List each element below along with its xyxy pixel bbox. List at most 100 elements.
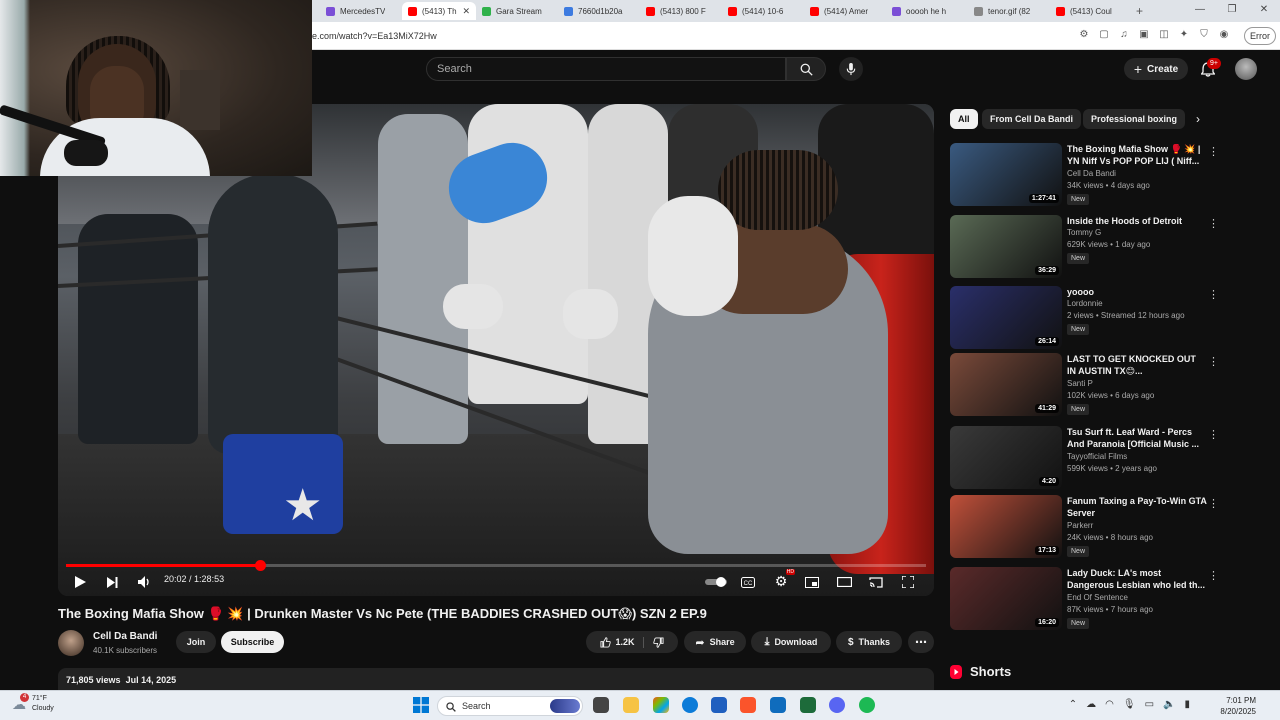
dislike-button[interactable] [649,636,664,648]
chevron-up-icon[interactable]: ⌃ [1069,699,1077,710]
video-player[interactable]: ★ 20:02 / 1:28:53 CC ⚙ HD [58,104,934,596]
display-icon[interactable]: ▭ [1145,699,1154,710]
maximize-icon[interactable]: ❐ [1216,0,1248,20]
recommended-video[interactable]: 41:29 LAST TO GET KNOCKED OUT IN AUSTIN T… [950,353,1220,419]
app-icon[interactable] [800,697,816,713]
close-window-icon[interactable]: ✕ [1248,0,1280,20]
browser-tab[interactable]: ooooh he h [886,2,968,20]
wifi-icon[interactable]: ◠ [1105,699,1114,710]
browser-tab[interactable]: 7660d1b20a [558,2,640,20]
clock[interactable]: 7:01 PM 8/20/2025 [1220,695,1256,717]
pin-icon[interactable]: ✦ [1178,29,1190,41]
spotify-icon[interactable] [859,697,875,713]
recommended-channel[interactable]: Cell Da Bandi [1067,169,1116,178]
task-view-icon[interactable] [593,697,609,713]
fullscreen-button[interactable] [900,574,916,590]
browser-tab[interactable]: (5413) 800 F [640,2,722,20]
sidebar-icon[interactable]: ▢ [1098,29,1110,41]
edge-icon[interactable] [682,697,698,713]
theater-mode-button[interactable] [836,574,852,590]
outlook-icon[interactable] [770,697,786,713]
scrubber-handle[interactable] [254,560,266,571]
tab-search-icon[interactable]: ▣ [1138,29,1150,41]
next-button[interactable] [104,574,120,590]
filter-chip[interactable]: All [950,109,978,129]
more-vertical-icon[interactable]: ⋮ [1208,428,1219,441]
recommended-channel[interactable]: End Of Sentence [1067,593,1128,602]
recommended-video[interactable]: 36:29 Inside the Hoods of Detroit Tommy G 6… [950,215,1220,281]
recommended-title[interactable]: LAST TO GET KNOCKED OUT IN AUSTIN TX😊... [1067,353,1207,377]
browser-tab[interactable]: (5414) Amer [804,2,886,20]
channel-name[interactable]: Cell Da Bandi [93,631,157,642]
autoplay-toggle[interactable] [704,574,728,590]
browser-tab[interactable]: (5414) 10-6 [722,2,804,20]
account-avatar[interactable] [1235,58,1257,80]
more-vertical-icon[interactable]: ⋮ [1208,355,1219,368]
recommended-title[interactable]: yoooo [1067,286,1207,298]
battery-icon[interactable]: ▮ [1184,699,1190,710]
progress-bar[interactable] [66,564,926,567]
filter-chip[interactable]: From Cell Da Bandi [982,109,1082,129]
store-icon[interactable] [711,697,727,713]
error-button[interactable]: Error [1244,27,1276,45]
recommended-channel[interactable]: Santi P [1067,379,1093,388]
recommended-channel[interactable]: Tayyofficial Films [1067,452,1127,461]
new-tab-button[interactable]: + [1136,4,1143,18]
recommended-video[interactable]: 26:14 yoooo Lordonnie 2 views • Streamed 12… [950,286,1220,352]
recommended-title[interactable]: Lady Duck: LA's most Dangerous Lesbian w… [1067,567,1207,591]
video-thumbnail[interactable]: 17:13 [950,495,1062,558]
recommended-video[interactable]: 1:27:41 The Boxing Mafia Show 🥊 💥 | YN Ni… [950,143,1220,209]
search-button[interactable] [786,57,826,81]
browser-tab[interactable]: (5413) Th ✕ [402,2,476,20]
cast-button[interactable] [868,574,884,590]
filter-chip[interactable]: Professional boxing [1083,109,1186,129]
create-button[interactable]: + Create [1124,58,1188,80]
more-vertical-icon[interactable]: ⋮ [1208,145,1219,158]
video-thumbnail[interactable]: 1:27:41 [950,143,1062,206]
video-thumbnail[interactable]: 41:29 [950,353,1062,416]
more-vertical-icon[interactable]: ⋮ [1208,217,1219,230]
chevron-right-icon[interactable]: › [1196,112,1200,126]
more-actions-button[interactable]: ⋯ [908,631,934,653]
voice-search-button[interactable] [839,57,863,81]
miniplayer-button[interactable] [804,574,820,590]
recommended-channel[interactable]: Lordonnie [1067,299,1103,308]
share-button[interactable]: ➦ Share [684,631,746,653]
weather-widget[interactable]: ☁ 4 71°F Cloudy [12,692,54,714]
description-box[interactable] [58,668,934,692]
recommended-title[interactable]: Inside the Hoods of Detroit [1067,215,1207,227]
url-text[interactable]: e.com/watch?v=Ea13MiX72Hw [312,31,437,41]
thanks-button[interactable]: $ Thanks [836,631,902,653]
recommended-channel[interactable]: Parkerr [1067,521,1093,530]
captions-button[interactable]: CC [740,574,756,590]
minimize-icon[interactable]: — [1184,0,1216,20]
copilot-icon[interactable] [653,697,669,713]
browser-tab[interactable]: MercedesTV [320,2,402,20]
subscribe-button[interactable]: Subscribe [221,631,284,653]
recommended-title[interactable]: Tsu Surf ft. Leaf Ward - Percs And Paran… [1067,426,1207,450]
download-button[interactable]: ⤓ Download [751,631,831,653]
search-input[interactable]: Search [426,57,786,81]
file-explorer-icon[interactable] [623,697,639,713]
extension-icon[interactable]: ⚙ [1078,29,1090,41]
more-vertical-icon[interactable]: ⋮ [1208,569,1219,582]
recommended-video[interactable]: 4:20 Tsu Surf ft. Leaf Ward - Percs And P… [950,426,1220,492]
start-button[interactable] [413,697,429,713]
mic-tray-icon[interactable]: 🎙 [1123,699,1136,710]
settings-button[interactable]: ⚙ HD [772,569,795,590]
like-button[interactable]: 1.2K [600,636,644,648]
recommended-title[interactable]: The Boxing Mafia Show 🥊 💥 | YN Niff Vs P… [1067,143,1207,167]
recommended-video[interactable]: 16:20 Lady Duck: LA's most Dangerous Lesb… [950,567,1220,633]
more-vertical-icon[interactable]: ⋮ [1208,497,1219,510]
profile-icon[interactable]: ◉ [1218,29,1230,41]
close-tab-icon[interactable]: ✕ [462,6,470,17]
join-button[interactable]: Join [176,631,216,653]
video-thumbnail[interactable]: 36:29 [950,215,1062,278]
volume-tray-icon[interactable]: 🔈 [1163,699,1175,710]
video-thumbnail[interactable]: 26:14 [950,286,1062,349]
recommended-channel[interactable]: Tommy G [1067,228,1101,237]
video-thumbnail[interactable]: 4:20 [950,426,1062,489]
more-vertical-icon[interactable]: ⋮ [1208,288,1219,301]
channel-avatar[interactable] [58,630,84,656]
volume-button[interactable] [136,574,152,590]
